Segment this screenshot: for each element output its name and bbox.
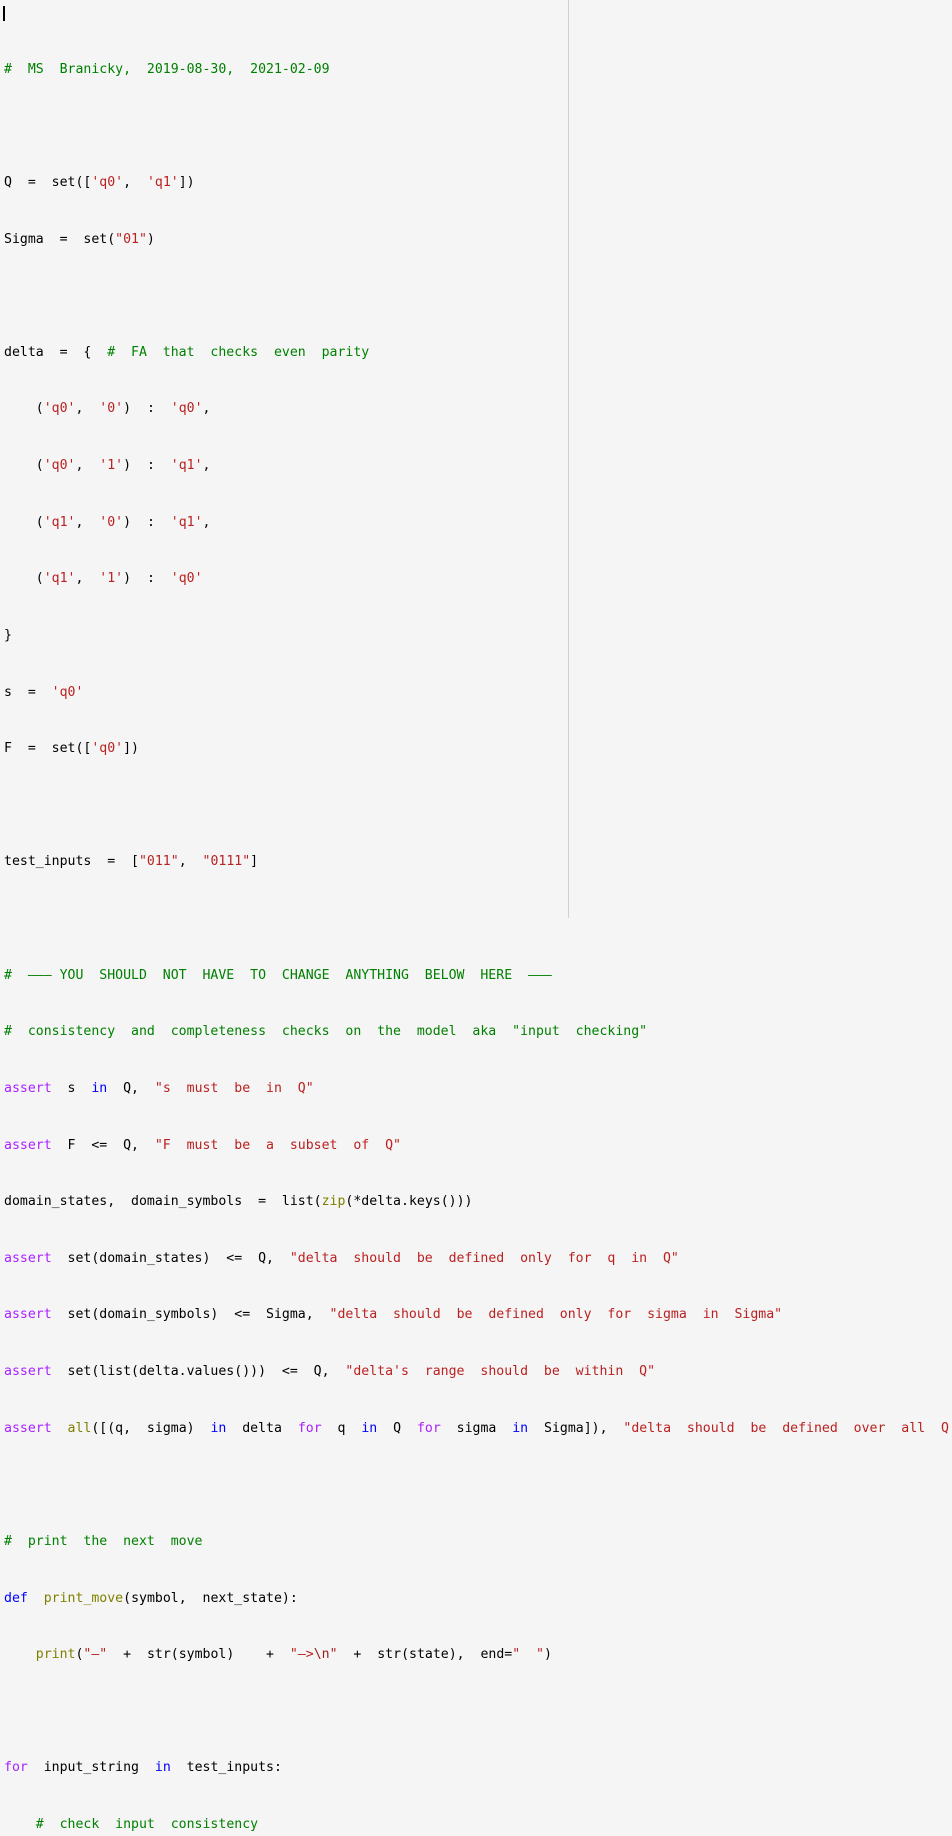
code-line-11[interactable]: }: [4, 627, 952, 646]
code-line-8[interactable]: ('q0', '1') : 'q1',: [4, 457, 952, 476]
code-line-31[interactable]: for input_string in test_inputs:: [4, 1759, 952, 1778]
code-line-13[interactable]: F = set(['q0']): [4, 740, 952, 759]
code-line-6[interactable]: delta = { # FA that checks even parity: [4, 344, 952, 363]
code-line-15[interactable]: test_inputs = ["011", "0111"]: [4, 853, 952, 872]
code-line-1[interactable]: # MS Branicky, 2019-08-30, 2021-02-09: [4, 61, 952, 80]
code-line-10[interactable]: ('q1', '1') : 'q0': [4, 570, 952, 589]
code-line-28[interactable]: def print_move(symbol, next_state):: [4, 1590, 952, 1609]
code-line-25[interactable]: assert all([(q, sigma) in delta for q in…: [4, 1420, 952, 1439]
comment-header: # MS Branicky, 2019-08-30, 2021-02-09: [4, 61, 330, 77]
code-line-3[interactable]: Q = set(['q0', 'q1']): [4, 174, 952, 193]
code-line-9[interactable]: ('q1', '0') : 'q1',: [4, 514, 952, 533]
code-line-17[interactable]: # ——— YOU SHOULD NOT HAVE TO CHANGE ANYT…: [4, 967, 952, 986]
code-line-5[interactable]: [4, 287, 952, 306]
code-line-16[interactable]: [4, 910, 952, 929]
code-line-7[interactable]: ('q0', '0') : 'q0',: [4, 400, 952, 419]
code-text-area[interactable]: # MS Branicky, 2019-08-30, 2021-02-09 Q …: [4, 4, 952, 1836]
code-editor-canvas[interactable]: # MS Branicky, 2019-08-30, 2021-02-09 Q …: [0, 0, 952, 1832]
code-line-23[interactable]: assert set(domain_symbols) <= Sigma, "de…: [4, 1306, 952, 1325]
code-line-12[interactable]: s = 'q0': [4, 684, 952, 703]
code-line-22[interactable]: assert set(domain_states) <= Q, "delta s…: [4, 1250, 952, 1269]
code-line-2[interactable]: [4, 117, 952, 136]
code-line-21[interactable]: domain_states, domain_symbols = list(zip…: [4, 1193, 952, 1212]
code-line-19[interactable]: assert s in Q, "s must be in Q": [4, 1080, 952, 1099]
code-line-29[interactable]: print("—" + str(symbol) + "—>\n" + str(s…: [4, 1646, 952, 1665]
code-line-4[interactable]: Sigma = set("01"): [4, 231, 952, 250]
code-line-24[interactable]: assert set(list(delta.values())) <= Q, "…: [4, 1363, 952, 1382]
code-line-30[interactable]: [4, 1703, 952, 1722]
code-line-14[interactable]: [4, 797, 952, 816]
code-line-26[interactable]: [4, 1476, 952, 1495]
code-line-32[interactable]: # check input consistency: [4, 1816, 952, 1835]
code-line-18[interactable]: # consistency and completeness checks on…: [4, 1023, 952, 1042]
code-line-20[interactable]: assert F <= Q, "F must be a subset of Q": [4, 1137, 952, 1156]
code-line-27[interactable]: # print the next move: [4, 1533, 952, 1552]
